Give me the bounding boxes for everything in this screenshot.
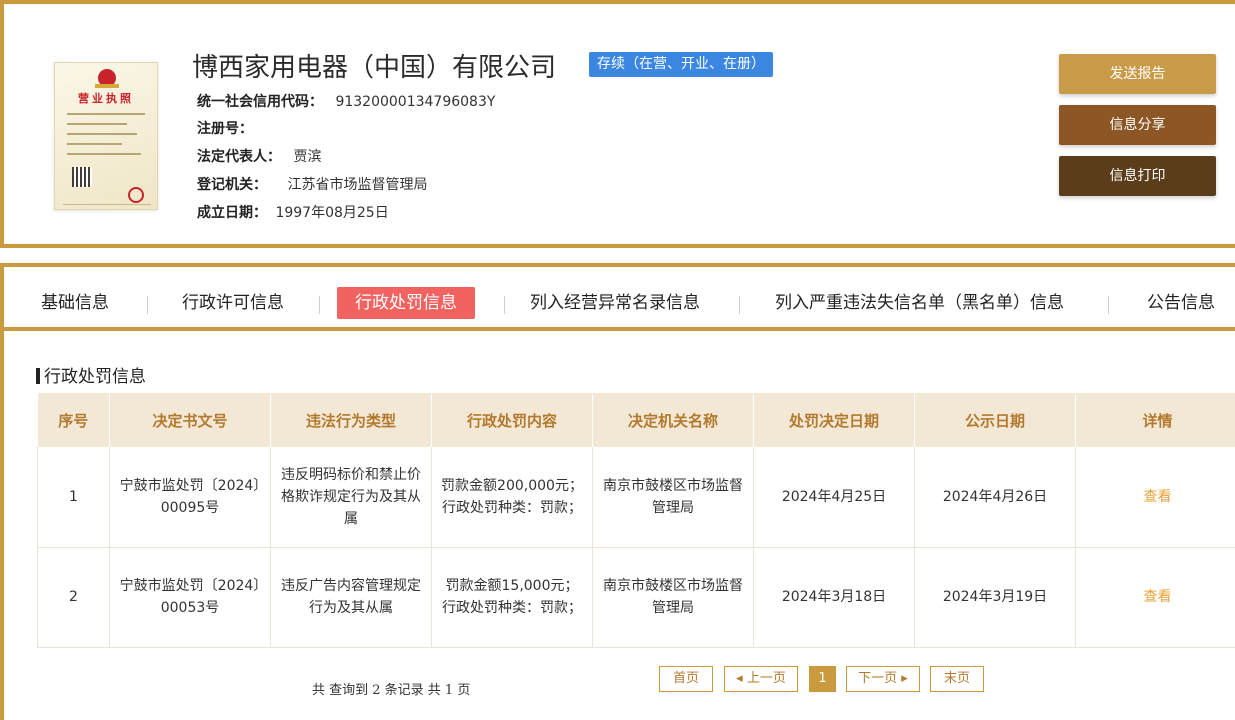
cell-doc-no: 宁鼓市监处罚〔2024〕00053号 (109, 547, 271, 648)
status-badge: 存续（在营、开业、在册） (589, 52, 773, 77)
cell-doc-no: 宁鼓市监处罚〔2024〕00095号 (109, 447, 271, 548)
info-value: 1997年08月25日 (275, 205, 389, 221)
info-value: 江苏省市场监督管理局 (287, 177, 428, 193)
info-founded: 成立日期： 1997年08月25日 (197, 202, 389, 222)
col-header-decision-date: 处罚决定日期 (753, 393, 915, 447)
seal-icon (128, 187, 144, 203)
tab-divider (1108, 296, 1109, 314)
next-page-button[interactable]: 下一页 ▸ (846, 666, 920, 692)
info-label: 登记机关： (197, 177, 267, 193)
section-marker (36, 368, 40, 384)
cell-decision-date: 2024年3月18日 (753, 547, 915, 648)
table-header-row: 序号 决定书文号 违法行为类型 行政处罚内容 决定机关名称 处罚决定日期 公示日… (37, 393, 1235, 447)
print-info-button[interactable]: 信息打印 (1059, 156, 1216, 196)
tab-divider (319, 296, 320, 314)
col-header-publish-date: 公示日期 (914, 393, 1076, 447)
info-label: 注册号： (197, 121, 253, 137)
tab-admin-license[interactable]: 行政许可信息 (182, 287, 284, 319)
col-header-authority: 决定机关名称 (592, 393, 754, 447)
cell-content: 罚款金额15,000元；行政处罚种类：罚款； (431, 547, 593, 648)
company-name: 博西家用电器（中国）有限公司 (192, 53, 557, 83)
col-header-content: 行政处罚内容 (431, 393, 593, 447)
share-info-button[interactable]: 信息分享 (1059, 105, 1216, 145)
info-value: 91320000134796083Y (335, 94, 496, 110)
cell-publish-date: 2024年3月19日 (914, 547, 1076, 648)
qr-code-icon (72, 167, 92, 187)
detail-card: 基础信息 行政许可信息 行政处罚信息 列入经营异常名录信息 列入严重违法失信名单… (0, 263, 1235, 720)
send-report-button[interactable]: 发送报告 (1059, 54, 1216, 94)
license-title: 营业执照 (78, 92, 134, 105)
penalty-table: 序号 决定书文号 违法行为类型 行政处罚内容 决定机关名称 处罚决定日期 公示日… (37, 393, 1235, 648)
prev-page-button[interactable]: ◂ 上一页 (724, 666, 798, 692)
tab-blacklist[interactable]: 列入严重违法失信名单（黑名单）信息 (775, 287, 1064, 319)
cell-authority: 南京市鼓楼区市场监督管理局 (592, 547, 754, 648)
first-page-button[interactable]: 首页 (659, 666, 713, 692)
tab-divider (147, 296, 148, 314)
tab-divider (739, 296, 740, 314)
current-page-button[interactable]: 1 (809, 666, 836, 692)
info-label: 成立日期： (197, 205, 267, 221)
cell-type: 违反明码标价和禁止价格欺诈规定行为及其从属 (270, 447, 432, 548)
table-row: 2 宁鼓市监处罚〔2024〕00053号 违反广告内容管理规定行为及其从属 罚款… (37, 547, 1235, 648)
info-authority: 登记机关： 江苏省市场监督管理局 (197, 174, 427, 194)
col-header-doc-no: 决定书文号 (109, 393, 271, 447)
cell-type: 违反广告内容管理规定行为及其从属 (270, 547, 432, 648)
col-header-detail: 详情 (1075, 393, 1235, 447)
info-reg-number: 注册号： (197, 118, 253, 138)
col-header-index: 序号 (37, 393, 110, 447)
view-detail-link[interactable]: 查看 (1075, 547, 1235, 648)
pagination-summary: 共 查询到 2 条记录 共 1 页 (312, 683, 471, 698)
cell-authority: 南京市鼓楼区市场监督管理局 (592, 447, 754, 548)
tab-announcements[interactable]: 公告信息 (1147, 287, 1215, 319)
info-legal-rep: 法定代表人： 贾滨 (197, 146, 321, 166)
cell-decision-date: 2024年4月25日 (753, 447, 915, 548)
info-value: 贾滨 (293, 149, 322, 165)
tab-basic-info[interactable]: 基础信息 (41, 287, 109, 319)
cell-index: 1 (37, 447, 110, 548)
tab-divider (504, 296, 505, 314)
company-header-card: 营业执照 博西家用电器（中国）有限公司 存续（在营、开业、在册） 统一社会信用代… (0, 0, 1235, 248)
tab-admin-penalty[interactable]: 行政处罚信息 (337, 287, 475, 319)
info-label: 法定代表人： (197, 149, 281, 165)
view-detail-link[interactable]: 查看 (1075, 447, 1235, 548)
last-page-button[interactable]: 末页 (930, 666, 984, 692)
section-title: 行政处罚信息 (36, 362, 146, 387)
table-row: 1 宁鼓市监处罚〔2024〕00095号 违反明码标价和禁止价格欺诈规定行为及其… (37, 447, 1235, 548)
info-label: 统一社会信用代码： (197, 94, 323, 110)
cell-publish-date: 2024年4月26日 (914, 447, 1076, 548)
tab-bar: 基础信息 行政许可信息 行政处罚信息 列入经营异常名录信息 列入严重违法失信名单… (4, 267, 1235, 331)
tab-abnormal-list[interactable]: 列入经营异常名录信息 (530, 287, 700, 319)
col-header-type: 违法行为类型 (270, 393, 432, 447)
cell-content: 罚款金额200,000元；行政处罚种类：罚款； (431, 447, 593, 548)
info-credit-code: 统一社会信用代码： 91320000134796083Y (197, 91, 495, 111)
business-license-image: 营业执照 (54, 62, 158, 210)
cell-index: 2 (37, 547, 110, 648)
